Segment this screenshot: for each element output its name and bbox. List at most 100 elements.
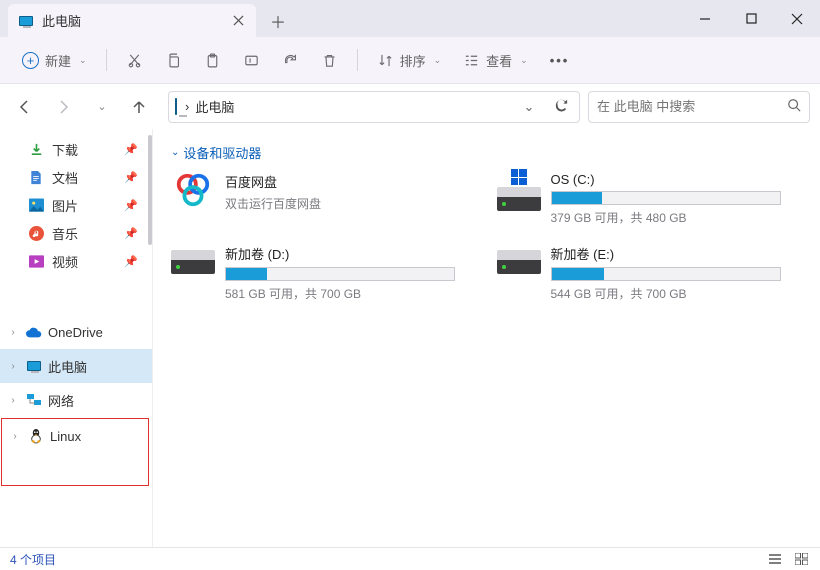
sidebar-item-downloads[interactable]: 下载 📌 — [0, 135, 152, 163]
pin-icon: 📌 — [124, 199, 138, 212]
tree-label: 网络 — [48, 391, 74, 410]
section-title: 设备和驱动器 — [183, 143, 261, 162]
main-panel: ⌄ 设备和驱动器 百度网盘 双击运行百度网盘 — [153, 129, 820, 547]
plus-circle-icon: + — [22, 52, 39, 69]
titlebar: 此电脑 ＋ — [0, 0, 820, 37]
section-header-devices[interactable]: ⌄ 设备和驱动器 — [171, 143, 802, 162]
pin-icon: 📌 — [124, 227, 138, 240]
drive-subtitle: 379 GB 可用，共 480 GB — [551, 209, 803, 226]
minimize-button[interactable] — [682, 0, 728, 37]
chevron-down-icon: ⌄ — [79, 55, 87, 66]
sort-button[interactable]: 排序 ⌄ — [369, 44, 450, 76]
pictures-icon — [28, 197, 44, 213]
linux-icon — [28, 428, 44, 444]
music-icon — [28, 225, 44, 241]
status-bar: 4 个项目 — [0, 547, 820, 570]
drive-subtitle: 581 GB 可用，共 700 GB — [225, 285, 477, 302]
drive-os-c[interactable]: OS (C:) 379 GB 可用，共 480 GB — [497, 172, 803, 226]
sidebar-item-label: 文档 — [52, 168, 78, 187]
sidebar-tree-network[interactable]: › 网络 — [0, 383, 152, 417]
search-icon[interactable] — [787, 98, 801, 115]
new-button[interactable]: + 新建 ⌄ — [14, 44, 95, 76]
details-view-button[interactable] — [766, 552, 784, 566]
window-controls — [682, 0, 820, 37]
tree-label: Linux — [50, 429, 81, 444]
tree-label: OneDrive — [48, 325, 103, 340]
more-button[interactable]: ••• — [542, 44, 578, 76]
drive-e[interactable]: 新加卷 (E:) 544 GB 可用，共 700 GB — [497, 244, 803, 302]
close-tab-icon[interactable] — [230, 13, 246, 29]
drive-usage-bar — [551, 267, 781, 281]
copy-button[interactable] — [157, 44, 190, 76]
sidebar-item-pictures[interactable]: 图片 📌 — [0, 191, 152, 219]
address-dropdown-icon[interactable]: ⌄ — [517, 99, 541, 115]
network-icon — [26, 392, 42, 408]
divider — [357, 49, 358, 71]
sidebar-item-label: 音乐 — [52, 224, 78, 243]
search-box[interactable] — [588, 91, 810, 123]
breadcrumb[interactable]: › 此电脑 — [185, 97, 509, 116]
chevron-down-icon: ⌄ — [520, 55, 528, 66]
view-label: 查看 — [486, 51, 512, 70]
drive-usage-bar — [225, 267, 455, 281]
sidebar-tree-this-pc[interactable]: › 此电脑 — [0, 349, 152, 383]
delete-button[interactable] — [313, 44, 346, 76]
chevron-down-icon: ⌄ — [171, 147, 179, 158]
drive-usage-bar — [551, 191, 781, 205]
drive-title: 新加卷 (D:) — [225, 244, 477, 263]
sidebar-scrollbar[interactable] — [147, 129, 152, 547]
videos-icon — [28, 253, 44, 269]
expand-icon[interactable]: › — [6, 395, 20, 406]
navbar: ⌄ › 此电脑 ⌄ — [0, 84, 820, 129]
new-tab-button[interactable]: ＋ — [262, 5, 294, 37]
sidebar-item-music[interactable]: 音乐 📌 — [0, 219, 152, 247]
sidebar-item-label: 图片 — [52, 196, 78, 215]
back-button[interactable] — [10, 92, 40, 122]
drive-subtitle: 544 GB 可用，共 700 GB — [551, 285, 803, 302]
pin-icon: 📌 — [124, 171, 138, 184]
hdd-icon — [171, 244, 215, 280]
sort-label: 排序 — [400, 51, 426, 70]
share-button[interactable] — [274, 44, 307, 76]
expand-icon[interactable]: › — [6, 361, 20, 372]
maximize-button[interactable] — [728, 0, 774, 37]
drive-title: 新加卷 (E:) — [551, 244, 803, 263]
sidebar: 下载 📌 文档 📌 图片 📌 音乐 📌 视频 📌 › OneDrive — [0, 129, 153, 547]
recent-button[interactable]: ⌄ — [86, 92, 116, 122]
expand-icon[interactable]: › — [8, 431, 22, 442]
breadcrumb-root: 此电脑 — [195, 97, 234, 116]
baidu-icon — [171, 172, 215, 208]
pc-icon — [18, 13, 34, 29]
pin-icon: 📌 — [124, 255, 138, 268]
pc-icon — [175, 99, 177, 114]
close-window-button[interactable] — [774, 0, 820, 37]
drive-title: OS (C:) — [551, 172, 803, 187]
item-count: 4 个项目 — [10, 551, 56, 568]
drive-baidu[interactable]: 百度网盘 双击运行百度网盘 — [171, 172, 477, 226]
up-button[interactable] — [124, 92, 154, 122]
view-button[interactable]: 查看 ⌄ — [455, 44, 536, 76]
expand-icon[interactable]: › — [6, 327, 20, 338]
tab-this-pc[interactable]: 此电脑 — [8, 4, 256, 37]
sidebar-tree-onedrive[interactable]: › OneDrive — [0, 315, 152, 349]
sidebar-item-videos[interactable]: 视频 📌 — [0, 247, 152, 275]
refresh-button[interactable] — [549, 98, 573, 116]
sidebar-tree-linux[interactable]: › Linux — [2, 419, 148, 453]
paste-button[interactable] — [196, 44, 229, 76]
sidebar-item-label: 下载 — [52, 140, 78, 159]
breadcrumb-sep: › — [185, 99, 189, 114]
new-label: 新建 — [45, 51, 71, 70]
drive-d[interactable]: 新加卷 (D:) 581 GB 可用，共 700 GB — [171, 244, 477, 302]
hdd-icon — [497, 244, 541, 280]
search-input[interactable] — [597, 99, 787, 114]
body: 下载 📌 文档 📌 图片 📌 音乐 📌 视频 📌 › OneDrive — [0, 129, 820, 547]
forward-button[interactable] — [48, 92, 78, 122]
highlight-box: › Linux — [1, 418, 149, 486]
rename-button[interactable] — [235, 44, 268, 76]
tiles-view-button[interactable] — [792, 552, 810, 566]
address-bar[interactable]: › 此电脑 ⌄ — [168, 91, 580, 123]
chevron-down-icon: ⌄ — [434, 55, 442, 66]
pc-icon — [26, 358, 42, 374]
sidebar-item-documents[interactable]: 文档 📌 — [0, 163, 152, 191]
cut-button[interactable] — [118, 44, 151, 76]
